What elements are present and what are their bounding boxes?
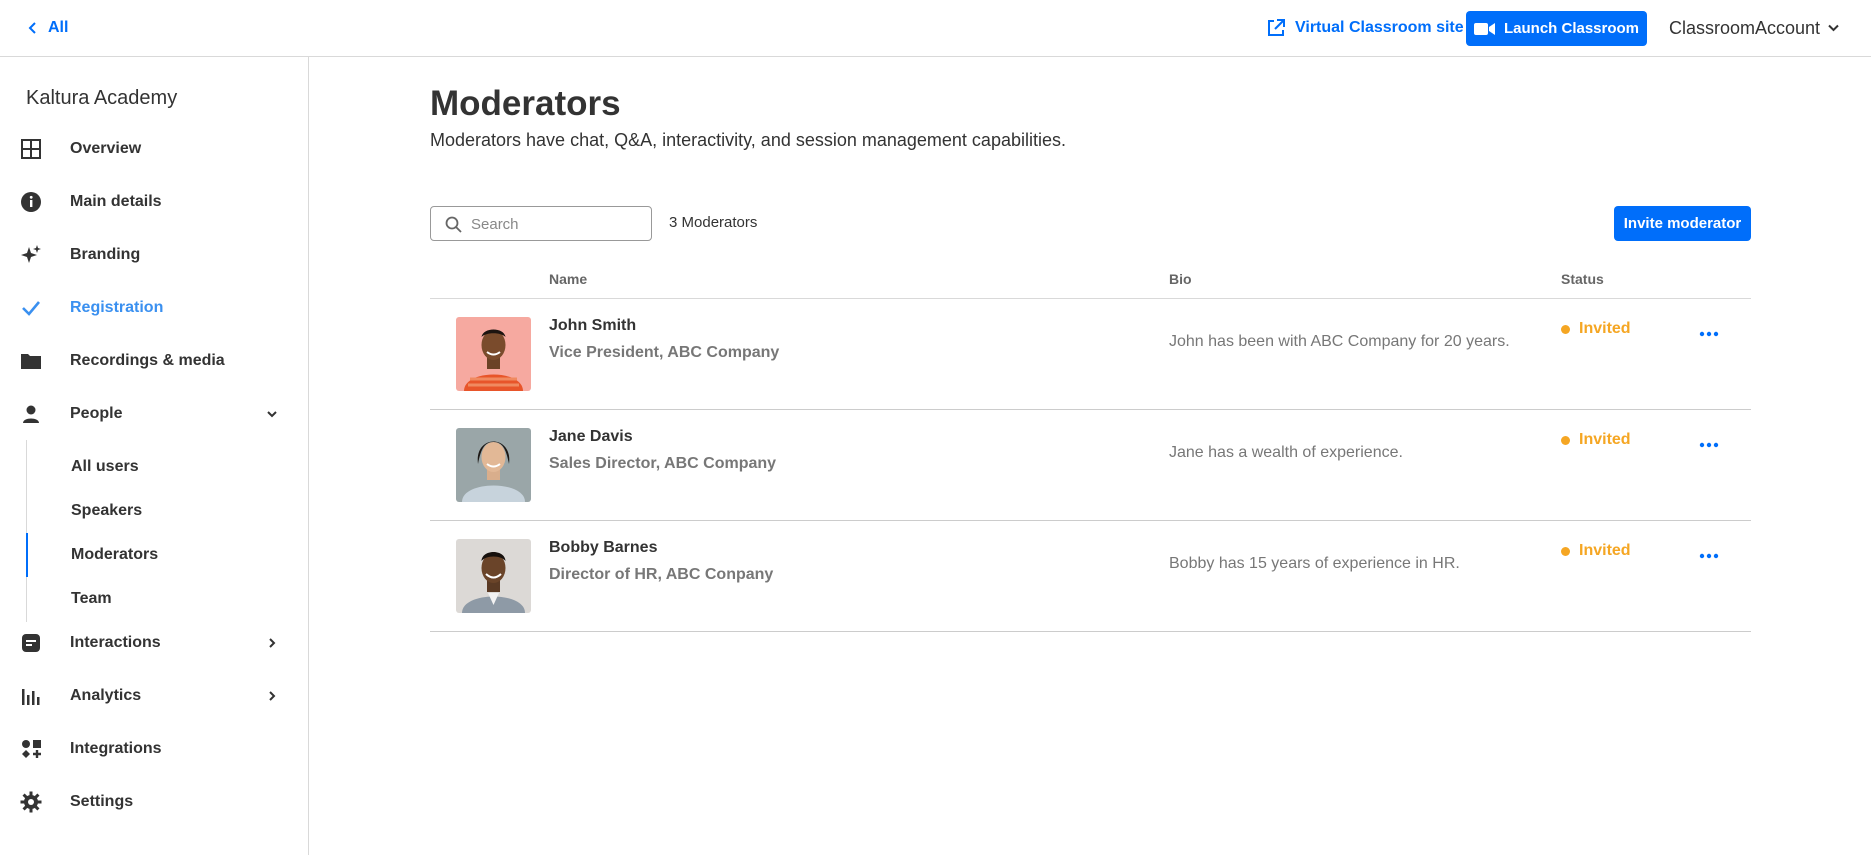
info-icon: [20, 191, 42, 213]
avatar: [456, 539, 531, 613]
person-bio: Jane has a wealth of experience.: [1169, 444, 1403, 461]
chevron-left-icon: [28, 22, 36, 34]
person-title: Director of HR, ABC Conpany: [549, 566, 774, 583]
column-header-bio: Bio: [1169, 271, 1192, 287]
sidebar-item-branding[interactable]: Branding: [0, 235, 308, 275]
sidebar-item-interactions[interactable]: Interactions: [0, 623, 308, 663]
search-input[interactable]: [471, 213, 641, 235]
person-title: Vice President, ABC Company: [549, 344, 780, 361]
virtual-classroom-link[interactable]: Virtual Classroom site: [1266, 16, 1464, 40]
column-header-name: Name: [549, 271, 588, 287]
subnav-rail: [26, 440, 27, 622]
person-name: Jane Davis: [549, 428, 633, 445]
account-menu[interactable]: ClassroomAccount: [1669, 16, 1839, 40]
person-name: Bobby Barnes: [549, 539, 658, 556]
sidebar-item-settings[interactable]: Settings: [0, 782, 308, 822]
more-horizontal-icon: [1699, 553, 1719, 559]
avatar: [456, 317, 531, 391]
back-to-all-link[interactable]: All: [28, 17, 68, 39]
status-badge: Invited: [1561, 431, 1631, 449]
search-icon: [445, 216, 462, 233]
external-link-icon: [1268, 19, 1285, 36]
person-name: John Smith: [549, 317, 637, 334]
status-dot-icon: [1561, 546, 1570, 556]
sidebar-item-label: Overview: [70, 140, 142, 157]
checkmark-icon: [20, 297, 42, 319]
status-dot-icon: [1561, 435, 1570, 445]
status-dot-icon: [1561, 324, 1570, 334]
table-row: Bobby Barnes Director of HR, ABC Conpany…: [430, 521, 1751, 632]
account-label: ClassroomAccount: [1669, 17, 1821, 38]
chat-icon: [20, 632, 42, 654]
sidebar-item-label: Main details: [70, 193, 162, 210]
avatar: [456, 428, 531, 502]
page-description: Moderators have chat, Q&A, interactivity…: [430, 130, 1066, 150]
subnav-active-indicator: [26, 533, 28, 577]
column-header-status: Status: [1561, 271, 1604, 287]
sidebar-item-main-details[interactable]: Main details: [0, 182, 308, 222]
sidebar-item-integrations[interactable]: Integrations: [0, 729, 308, 769]
sidebar-item-label: Integrations: [70, 740, 162, 757]
more-options-button[interactable]: [1696, 438, 1722, 452]
more-horizontal-icon: [1699, 331, 1719, 337]
moderator-count: 3 Moderators: [669, 214, 758, 231]
person-title: Sales Director, ABC Company: [549, 455, 777, 472]
launch-classroom-label: Launch Classroom: [1503, 20, 1640, 37]
invite-moderator-button[interactable]: Invite moderator: [1614, 206, 1751, 241]
subnav-item-all-users[interactable]: All users: [71, 458, 139, 476]
chevron-down-icon: [267, 411, 277, 418]
integrations-icon: [20, 738, 42, 760]
sidebar-item-label: Branding: [70, 246, 141, 263]
status-badge: Invited: [1561, 320, 1631, 338]
search-box[interactable]: [430, 206, 652, 241]
subnav-item-team[interactable]: Team: [71, 590, 112, 608]
org-name: Kaltura Academy: [26, 87, 178, 109]
sidebar-item-label: Analytics: [70, 687, 142, 704]
status-label: Invited: [1579, 320, 1631, 337]
virtual-classroom-label: Virtual Classroom site: [1295, 19, 1464, 36]
gear-icon: [20, 791, 42, 813]
person-bio: John has been with ABC Company for 20 ye…: [1169, 333, 1510, 350]
sidebar-item-registration[interactable]: Registration: [0, 288, 308, 328]
subnav-item-speakers[interactable]: Speakers: [71, 502, 142, 520]
sidebar-item-label: Settings: [70, 793, 134, 810]
sidebar-item-label: Interactions: [70, 634, 161, 651]
subnav-item-moderators[interactable]: Moderators: [71, 546, 158, 564]
status-label: Invited: [1579, 542, 1631, 559]
page-title: Moderators: [430, 84, 621, 123]
table-row: John Smith Vice President, ABC Company J…: [430, 299, 1751, 410]
table-row: Jane Davis Sales Director, ABC Company J…: [430, 410, 1751, 521]
person-bio: Bobby has 15 years of experience in HR.: [1169, 555, 1460, 572]
sidebar-item-label: People: [70, 405, 123, 422]
sidebar-item-analytics[interactable]: Analytics: [0, 676, 308, 716]
sidebar-item-overview[interactable]: Overview: [0, 129, 308, 169]
sidebar-item-people[interactable]: People: [0, 394, 308, 434]
sidebar-item-recordings-media[interactable]: Recordings & media: [0, 341, 308, 381]
sparkles-icon: [20, 244, 42, 266]
folder-icon: [20, 350, 42, 372]
chevron-right-icon: [269, 691, 276, 701]
status-label: Invited: [1579, 431, 1631, 448]
more-horizontal-icon: [1699, 442, 1719, 448]
chevron-down-icon: [1828, 24, 1839, 32]
status-badge: Invited: [1561, 542, 1631, 560]
person-icon: [20, 403, 42, 425]
video-camera-icon: [1473, 22, 1495, 35]
more-options-button[interactable]: [1696, 549, 1722, 563]
sidebar-item-label: Recordings & media: [70, 352, 225, 369]
grid-icon: [20, 138, 42, 160]
more-options-button[interactable]: [1696, 327, 1722, 341]
sidebar: Kaltura Academy Overview Main details Br…: [0, 57, 309, 855]
back-label: All: [48, 19, 69, 36]
top-bar: All Virtual Classroom site Launch Classr…: [0, 0, 1871, 57]
bar-chart-icon: [20, 685, 42, 707]
sidebar-item-label: Registration: [70, 299, 164, 316]
chevron-right-icon: [269, 638, 276, 648]
launch-classroom-button[interactable]: Launch Classroom: [1466, 11, 1647, 46]
